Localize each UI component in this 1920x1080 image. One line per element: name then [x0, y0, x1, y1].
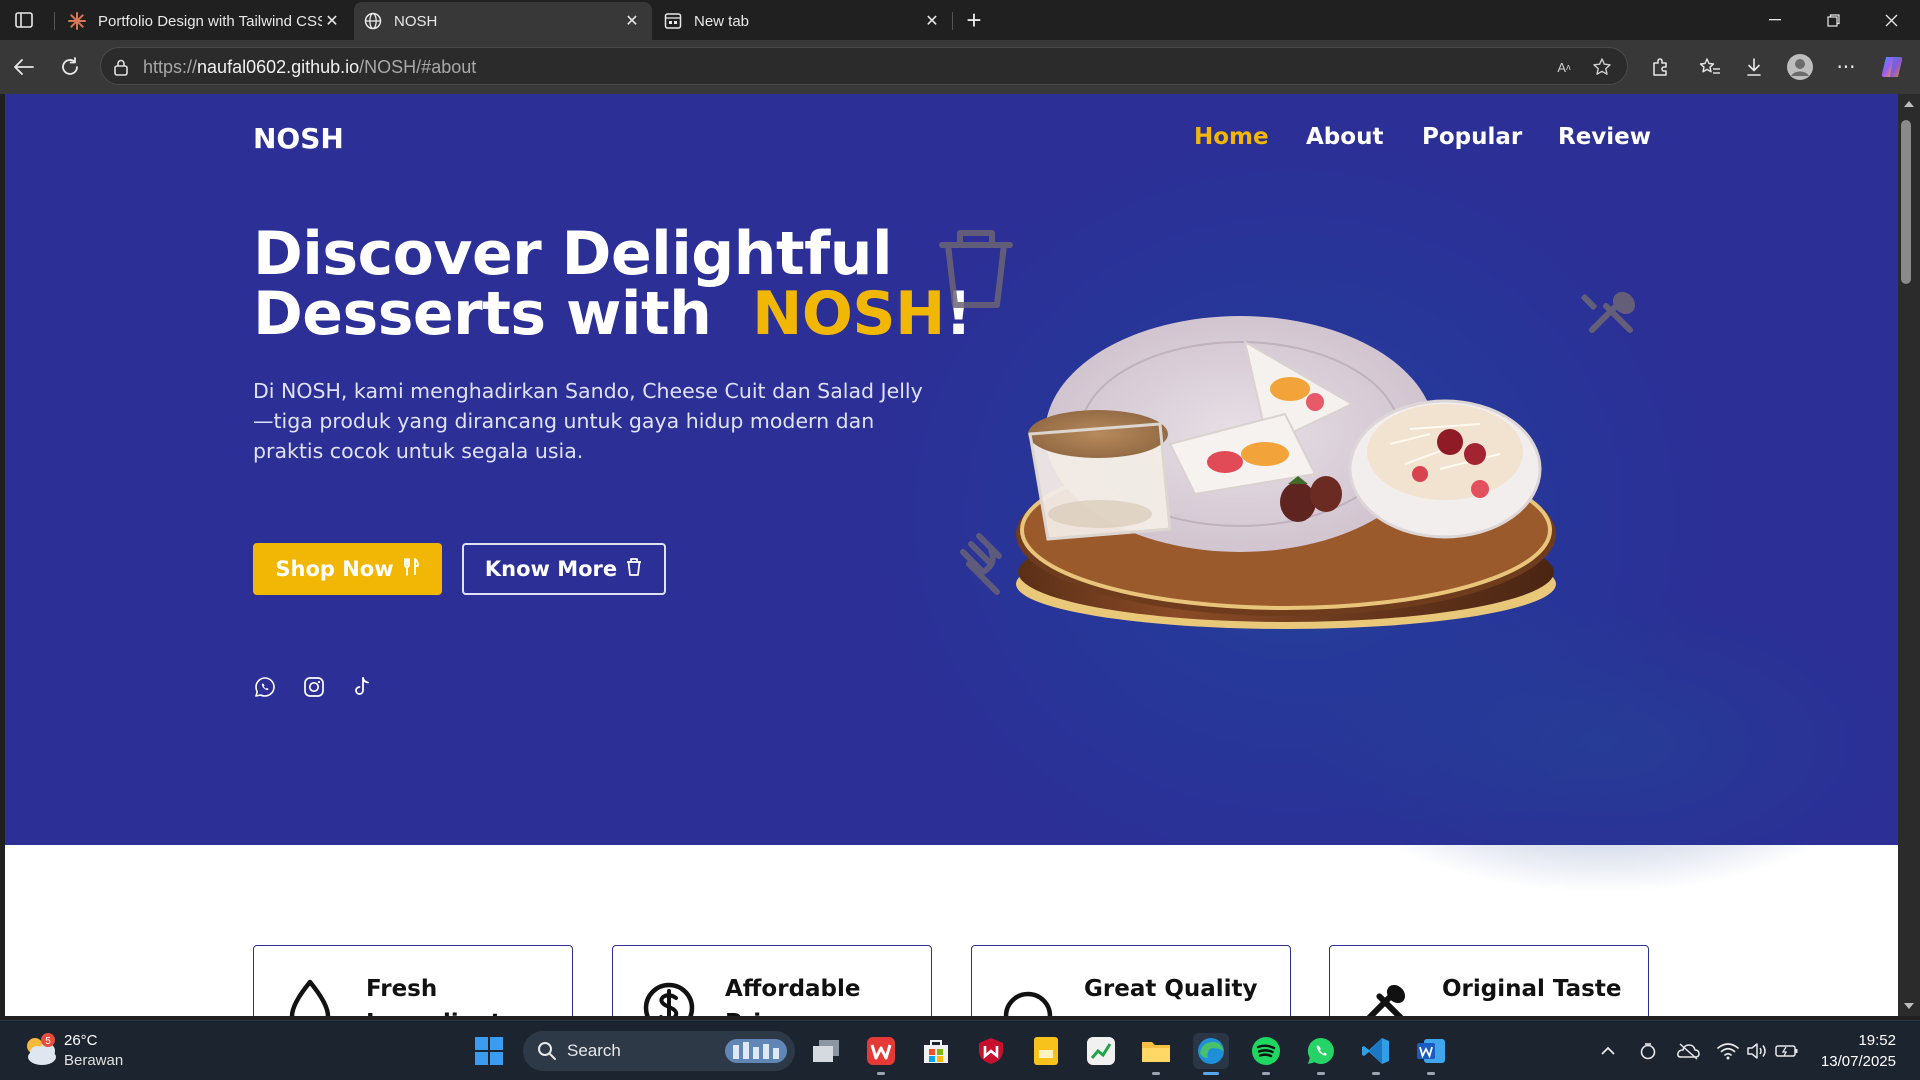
feature-title: Fresh Ingredients: [366, 976, 515, 1016]
nav-home[interactable]: Home: [1194, 124, 1269, 150]
volume-icon[interactable]: [1745, 1039, 1769, 1063]
taskbar-search-input[interactable]: Search: [523, 1031, 795, 1071]
close-tab-icon[interactable]: ✕: [622, 11, 642, 31]
instagram-icon[interactable]: [302, 675, 326, 699]
task-view-icon[interactable]: [808, 1033, 844, 1069]
sidebar-toggle-icon[interactable]: [12, 9, 36, 31]
nav-about[interactable]: About: [1306, 124, 1383, 150]
weather-desc[interactable]: Berawan: [64, 1052, 123, 1069]
stocks-app-icon[interactable]: [1083, 1033, 1119, 1069]
site-logo[interactable]: NOSH: [253, 122, 344, 155]
search-icon: [538, 1042, 556, 1060]
know-more-button[interactable]: Know More: [462, 543, 666, 595]
spoon-fork-deco-icon: [1580, 287, 1642, 353]
page-viewport: NOSH Home About Popular Review Discover …: [5, 94, 1898, 1016]
tab-portfolio[interactable]: Portfolio Design with Tailwind CSS ✕: [58, 2, 352, 40]
weather-icon[interactable]: 5: [20, 1031, 60, 1071]
clock-time[interactable]: 19:52: [1858, 1032, 1896, 1049]
claude-icon: [68, 12, 86, 30]
new-tab-button[interactable]: +: [960, 5, 988, 35]
battery-icon[interactable]: [1775, 1039, 1799, 1063]
tiktok-icon[interactable]: [350, 675, 374, 699]
cup-deco-icon: [938, 227, 1014, 315]
windows-start-icon[interactable]: [471, 1033, 507, 1069]
globe-icon: [364, 12, 382, 30]
browser-toolbar: https://naufal0602.github.io/NOSH/#about…: [0, 40, 1920, 94]
browser-tab-bar: Portfolio Design with Tailwind CSS ✕ NOS…: [0, 0, 1920, 40]
favorites-icon[interactable]: [1696, 53, 1724, 81]
extensions-icon[interactable]: [1646, 53, 1674, 81]
wps-office-icon[interactable]: [863, 1033, 899, 1075]
close-window-button[interactable]: [1862, 0, 1920, 40]
favorite-star-icon[interactable]: [1591, 56, 1613, 78]
downloads-icon[interactable]: [1740, 53, 1768, 81]
tab-title: Portfolio Design with Tailwind CSS: [98, 12, 322, 30]
utensils-icon: [402, 557, 420, 581]
search-highlight-icon: [725, 1039, 787, 1063]
profile-avatar[interactable]: [1786, 53, 1814, 81]
feature-card-taste: Original Taste: [1329, 945, 1649, 1016]
whatsapp-icon[interactable]: [253, 675, 277, 699]
vscode-icon[interactable]: [1358, 1033, 1394, 1075]
tab-title: NOSH: [394, 12, 438, 30]
tab-nosh[interactable]: NOSH ✕: [354, 2, 652, 40]
url-text[interactable]: https://naufal0602.github.io/NOSH/#about: [143, 57, 476, 78]
headline-accent: NOSH: [752, 279, 945, 349]
hero-description: Di NOSH, kami menghadirkan Sando, Cheese…: [253, 379, 923, 463]
nav-popular[interactable]: Popular: [1422, 124, 1522, 150]
more-menu-icon[interactable]: ···: [1832, 53, 1860, 81]
windows-taskbar: 5 26°C Berawan Search 19:52 13/07/2025: [0, 1020, 1920, 1080]
feature-title: Affordable Price: [725, 976, 861, 1016]
quality-icon: [1000, 978, 1056, 1016]
feature-title: Great Quality: [1084, 976, 1258, 1002]
drop-icon: [282, 978, 338, 1016]
scrollbar-thumb[interactable]: [1901, 120, 1911, 284]
nav-review[interactable]: Review: [1558, 124, 1651, 150]
file-explorer-icon[interactable]: [1138, 1033, 1174, 1075]
hero-headline: Discover Delightful Desserts with NOSH!: [253, 219, 972, 349]
whatsapp-app-icon[interactable]: [1303, 1033, 1339, 1075]
minimize-button[interactable]: [1746, 0, 1804, 40]
refresh-icon[interactable]: [56, 53, 84, 81]
newtab-icon: [664, 12, 682, 30]
dollar-icon: [641, 978, 697, 1016]
weather-temp[interactable]: 26°C: [64, 1032, 98, 1049]
feature-card-quality: Great Quality: [971, 945, 1291, 1016]
restore-button[interactable]: [1804, 0, 1862, 40]
tab-new[interactable]: New tab ✕: [654, 2, 952, 40]
read-aloud-icon[interactable]: Aᴧ: [1553, 56, 1575, 78]
clock-date[interactable]: 13/07/2025: [1821, 1053, 1896, 1070]
feature-title: Original Taste: [1442, 976, 1622, 1002]
tab-title: New tab: [694, 12, 750, 30]
mcafee-icon[interactable]: [973, 1033, 1009, 1069]
sticky-notes-icon[interactable]: [1028, 1033, 1064, 1069]
close-tab-icon[interactable]: ✕: [322, 11, 342, 31]
hero-section: NOSH Home About Popular Review Discover …: [5, 94, 1898, 894]
microsoft-store-icon[interactable]: [918, 1033, 954, 1069]
back-icon[interactable]: [10, 53, 38, 81]
svg-text:5: 5: [45, 1036, 51, 1047]
chevron-up-icon[interactable]: [1596, 1039, 1620, 1063]
feature-card-fresh: Fresh Ingredients: [253, 945, 573, 1016]
utensils-icon: [1358, 978, 1414, 1016]
copilot-icon[interactable]: [1878, 53, 1906, 81]
shop-now-button[interactable]: Shop Now: [253, 543, 442, 595]
lock-icon[interactable]: [113, 58, 129, 80]
word-icon[interactable]: [1413, 1033, 1449, 1075]
edge-browser-icon[interactable]: [1193, 1033, 1229, 1075]
onedrive-offline-icon[interactable]: [1676, 1039, 1700, 1063]
wifi-icon[interactable]: [1716, 1039, 1740, 1063]
spotify-icon[interactable]: [1248, 1033, 1284, 1075]
dessert-plate-image: [1010, 294, 1570, 638]
cup-icon: [625, 557, 643, 582]
feature-card-price: Affordable Price: [612, 945, 932, 1016]
sync-icon[interactable]: [1636, 1039, 1660, 1063]
address-bar[interactable]: https://naufal0602.github.io/NOSH/#about…: [100, 47, 1628, 85]
close-tab-icon[interactable]: ✕: [922, 11, 942, 31]
